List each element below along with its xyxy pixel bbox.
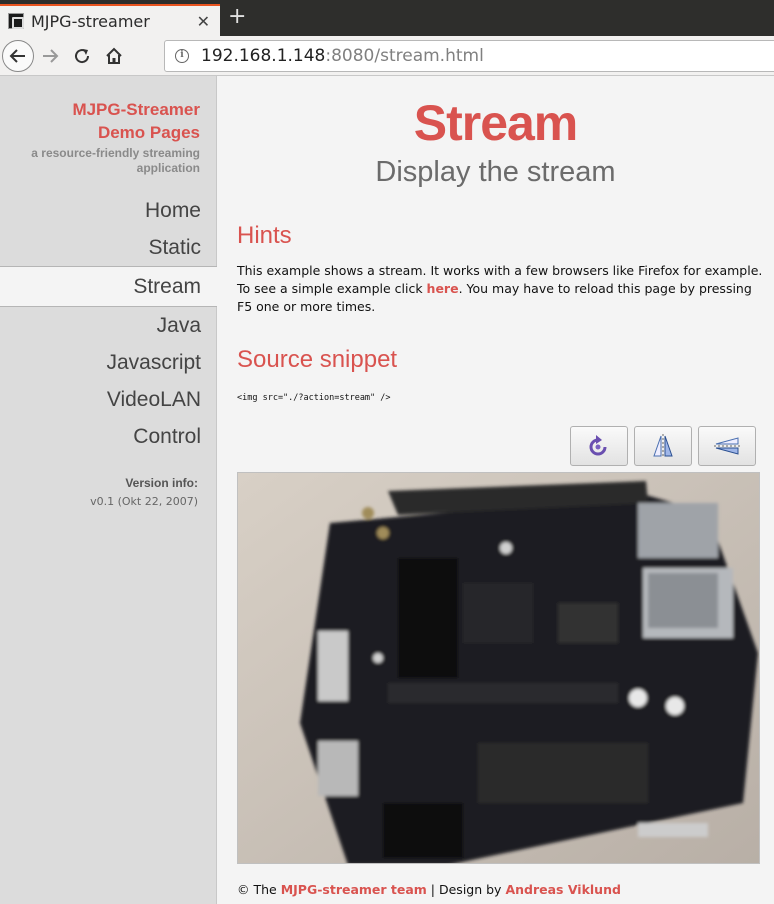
page-title: Stream: [413, 95, 579, 151]
source-snippet-heading: Source snippet: [237, 346, 398, 373]
reload-button[interactable]: [70, 44, 94, 68]
hints-heading: Hints: [237, 222, 292, 249]
menu-item-control[interactable]: Control: [0, 418, 217, 455]
navigation-bar: i 192.168.1.148:8080/stream.html: [0, 36, 774, 76]
menu-item-java[interactable]: Java: [0, 307, 217, 344]
brand-title-line-2: Demo Pages: [97, 123, 200, 142]
reload-icon: [75, 49, 90, 64]
site-brand: MJPG-Streamer Demo Pages a resource-frie…: [31, 98, 200, 176]
main-menu: Home Static Stream Java Javascript Video…: [0, 192, 217, 455]
mjpg-streamer-team-link[interactable]: MJPG-streamer team: [281, 882, 427, 897]
hints-paragraph: This example shows a stream. It works wi…: [237, 262, 767, 316]
new-tab-icon[interactable]: +: [228, 6, 246, 28]
code-snippet: <img src="./?action=stream" />: [237, 393, 391, 403]
footer-middle: | Design by: [426, 882, 506, 897]
here-link[interactable]: here: [427, 281, 459, 296]
sidebar: MJPG-Streamer Demo Pages a resource-frie…: [0, 76, 217, 904]
menu-item-home[interactable]: Home: [0, 192, 217, 229]
brand-subtitle-line-2: application: [136, 161, 200, 175]
url-path: :8080/stream.html: [325, 46, 484, 66]
camera-stream-image: [238, 473, 759, 863]
rotate-button[interactable]: [570, 426, 628, 466]
favicon-icon: [8, 13, 24, 29]
brand-subtitle-line-1: a resource-friendly streaming: [31, 146, 200, 160]
menu-item-videolan[interactable]: VideoLAN: [0, 381, 217, 418]
back-arrow-icon: [9, 49, 25, 63]
tab-bar: MJPG-streamer ✕ +: [0, 0, 774, 36]
brand-title-line-1: MJPG-Streamer: [72, 100, 200, 119]
video-stream: [237, 472, 760, 864]
footer-prefix: © The: [237, 882, 281, 897]
flip-horizontal-icon: [714, 437, 740, 455]
designer-link[interactable]: Andreas Viklund: [505, 882, 620, 897]
rotate-icon: [589, 435, 607, 456]
home-button[interactable]: [102, 44, 126, 68]
flip-vertical-icon: [653, 434, 673, 458]
browser-tab[interactable]: MJPG-streamer ✕: [0, 4, 220, 36]
forward-arrow-icon: [43, 49, 59, 63]
menu-item-javascript[interactable]: Javascript: [0, 344, 217, 381]
menu-item-static[interactable]: Static: [0, 229, 217, 266]
web-page: MJPG-Streamer Demo Pages a resource-frie…: [0, 76, 774, 904]
url-bar[interactable]: i 192.168.1.148:8080/stream.html: [164, 40, 774, 72]
tab-title: MJPG-streamer: [31, 11, 150, 31]
version-info: Version info: v0.1 (Okt 22, 2007): [90, 476, 198, 508]
forward-button[interactable]: [38, 44, 62, 68]
flip-vertical-button[interactable]: [634, 426, 692, 466]
version-label: Version info:: [125, 476, 198, 490]
flip-horizontal-button[interactable]: [698, 426, 756, 466]
home-icon: [106, 47, 122, 64]
close-tab-icon[interactable]: ✕: [197, 12, 210, 31]
version-value: v0.1 (Okt 22, 2007): [90, 495, 198, 508]
page-subtitle: Display the stream: [375, 156, 616, 188]
back-button[interactable]: [2, 40, 34, 72]
main-content: Stream Display the stream Hints This exa…: [217, 76, 774, 904]
page-footer: © The MJPG-streamer team | Design by And…: [237, 882, 621, 897]
url-host: 192.168.1.148: [201, 46, 326, 66]
site-info-icon[interactable]: i: [175, 49, 189, 63]
menu-item-stream[interactable]: Stream: [0, 266, 217, 307]
